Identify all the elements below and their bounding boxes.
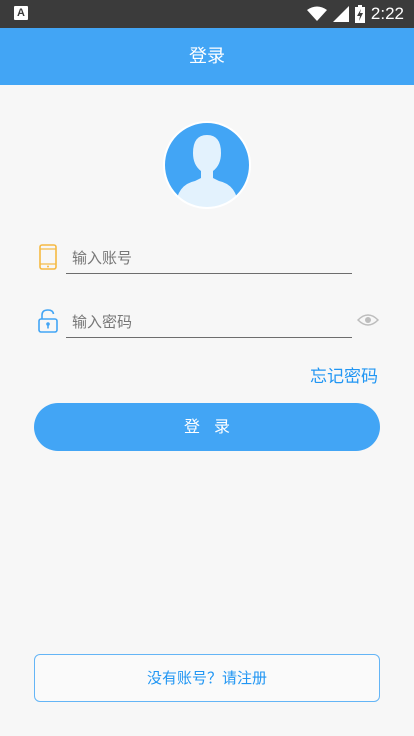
default-user-avatar-icon — [163, 121, 251, 209]
phone-icon — [39, 244, 57, 270]
wifi-icon — [306, 6, 327, 21]
account-row — [0, 240, 414, 280]
app-notification-icon: A — [14, 6, 28, 20]
header-bar: 登录 — [0, 28, 414, 85]
login-button[interactable]: 登录 — [34, 403, 380, 451]
cell-signal-icon — [332, 6, 349, 22]
register-button[interactable]: 没有账号？请注册 — [34, 654, 380, 702]
user-avatar — [163, 121, 251, 209]
eye-icon[interactable] — [357, 312, 379, 328]
account-input[interactable] — [66, 242, 352, 274]
password-input[interactable] — [66, 306, 352, 338]
password-row — [0, 304, 414, 344]
status-time: 2:22 — [370, 4, 404, 23]
status-icons: 2:22 — [306, 0, 404, 28]
unlock-icon — [38, 309, 58, 333]
forgot-password-link[interactable]: 忘记密码 — [310, 362, 378, 387]
status-bar: A 2:22 — [0, 0, 414, 28]
page-title: 登录 — [189, 46, 225, 67]
battery-charging-icon — [354, 5, 365, 23]
